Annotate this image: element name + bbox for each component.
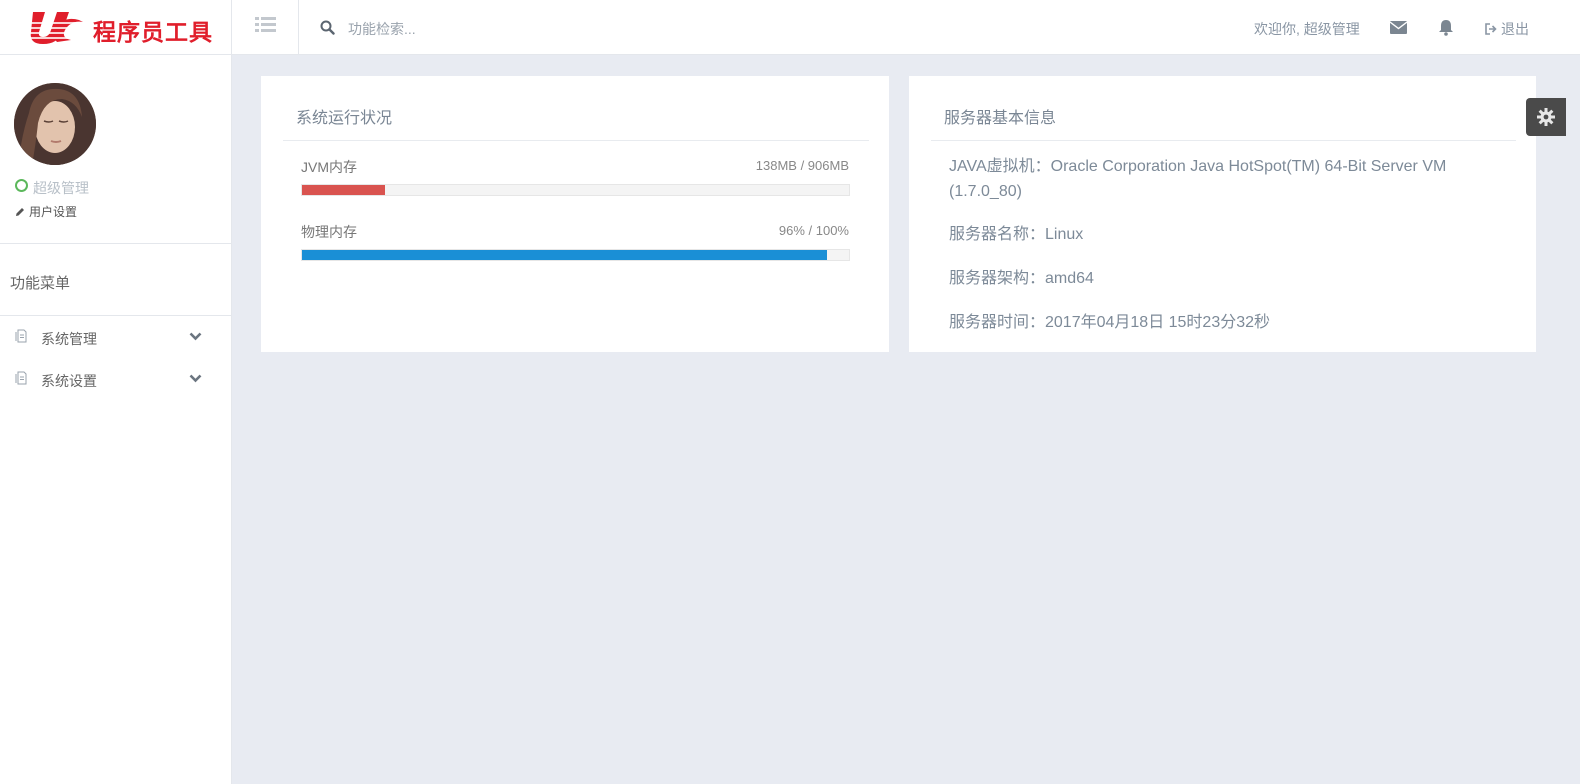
logout-label: 退出 [1501, 21, 1529, 37]
server-info-card: 服务器基本信息 JAVA虚拟机：Oracle Corporation Java … [909, 76, 1536, 352]
card-title: 系统运行状况 [296, 110, 393, 127]
sidebar-item-label: 系统设置 [41, 373, 97, 389]
gear-icon [1537, 108, 1555, 126]
card-title: 服务器基本信息 [944, 110, 1057, 127]
logout-button[interactable]: 退出 [1485, 19, 1529, 39]
sidebar-item-system-management[interactable]: 系统管理 [0, 317, 231, 357]
divider [931, 140, 1516, 141]
avatar[interactable] [14, 83, 96, 165]
server-arch-info: 服务器架构：amd64 [949, 270, 1094, 287]
sign-out-icon [1485, 23, 1497, 35]
search-icon [320, 20, 335, 35]
jvm-memory-progress-fill [302, 185, 386, 195]
user-settings-link[interactable]: 用户设置 [15, 203, 77, 220]
brand-name: 程序员工具 [93, 19, 213, 45]
physical-memory-value: 96% / 100% [778, 223, 849, 238]
chevron-down-icon [189, 332, 202, 341]
mail-icon[interactable] [1390, 21, 1407, 34]
file-icon [15, 371, 27, 385]
user-settings-label: 用户设置 [29, 205, 78, 219]
system-status-card: 系统运行状况 JVM内存 138MB / 906MB 物理内存 96% / 10… [261, 76, 889, 352]
java-vm-info: JAVA虚拟机：Oracle Corporation Java HotSpot(… [949, 158, 1447, 200]
list-icon [255, 17, 276, 32]
user-role: 超级管理 [33, 180, 89, 196]
server-time-info: 服务器时间：2017年04月18日 15时23分32秒 [949, 314, 1271, 331]
jvm-memory-progress [301, 184, 850, 196]
physical-memory-progress [301, 249, 850, 261]
chevron-down-icon [189, 374, 202, 383]
sidebar: 超级管理 用户设置 功能菜单 系统管理 系统设置 [0, 55, 232, 784]
jvm-memory-label: JVM内存 [301, 159, 357, 175]
physical-memory-progress-fill [302, 250, 828, 260]
welcome-text: 欢迎你, 超级管理 [1254, 21, 1360, 37]
sidebar-item-label: 系统管理 [41, 331, 97, 347]
search-input[interactable] [346, 16, 750, 42]
avatar-image [14, 83, 96, 165]
online-status-icon [15, 179, 28, 192]
logo-area[interactable]: 程序员工具 [0, 0, 232, 55]
file-icon [15, 329, 27, 343]
top-navbar: 程序员工具 欢迎你, 超级管理 退出 [0, 0, 1580, 55]
jvm-memory-value: 138MB / 906MB [755, 158, 849, 173]
sidebar-item-system-settings[interactable]: 系统设置 [0, 359, 231, 399]
menu-title: 功能菜单 [10, 275, 71, 292]
bell-icon[interactable] [1438, 19, 1454, 36]
physical-memory-label: 物理内存 [301, 224, 357, 240]
server-name-info: 服务器名称：Linux [949, 226, 1084, 243]
settings-button[interactable] [1526, 98, 1566, 136]
divider [0, 315, 231, 316]
divider [0, 243, 231, 244]
divider [283, 140, 869, 141]
sidebar-toggle-button[interactable] [232, 0, 299, 55]
pencil-icon [16, 207, 24, 216]
brand-logo-icon [29, 12, 85, 44]
